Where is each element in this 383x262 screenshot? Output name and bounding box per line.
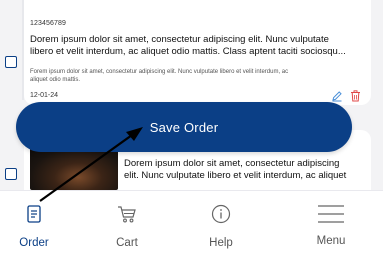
nav-item-order[interactable]: Order (0, 191, 74, 262)
product-thumbnail (30, 148, 118, 190)
order-select-checkbox[interactable] (5, 168, 17, 180)
nav-label: Menu (316, 235, 346, 247)
nav-item-cart[interactable]: Cart (87, 191, 167, 262)
order-id: 123456789 (30, 20, 66, 27)
cart-icon (118, 206, 136, 223)
hamburger-icon (318, 205, 344, 223)
nav-item-menu[interactable]: Menu (291, 191, 371, 262)
nav-label: Cart (116, 237, 138, 249)
nav-label: Order (19, 237, 49, 249)
nav-label: Help (209, 237, 233, 249)
order-title: Dorem ipsum dolor sit amet, consectetur … (30, 34, 365, 58)
pencil-icon[interactable] (331, 90, 343, 102)
trash-icon[interactable] (350, 90, 361, 102)
order-title-line: Dorem ipsum dolor sit amet, consectetur … (30, 34, 329, 45)
save-order-button[interactable]: Save Order (16, 102, 352, 152)
bottom-nav: Order Cart Help Menu (0, 190, 383, 262)
info-icon (211, 204, 231, 224)
order-title-line: Dorem ipsum dolor sit amet, consectetur … (124, 158, 340, 169)
nav-item-help[interactable]: Help (181, 191, 261, 262)
order-description: Forem ipsum dolor sit amet, consectetur … (30, 68, 368, 84)
order-select-checkbox[interactable] (5, 56, 17, 68)
order-date: 12-01-24 (30, 92, 59, 99)
order-title-line: libero et velit interdum, ac aliquet odi… (30, 46, 346, 57)
order-title-line: elit. Nunc vulputate libero et velit int… (124, 170, 347, 181)
document-icon (27, 205, 41, 223)
order-description-line: Forem ipsum dolor sit amet, consectetur … (30, 69, 289, 75)
order-title: Dorem ipsum dolor sit amet, consectetur … (124, 158, 369, 182)
order-description-line: aliquet odio mattis. (30, 77, 81, 83)
